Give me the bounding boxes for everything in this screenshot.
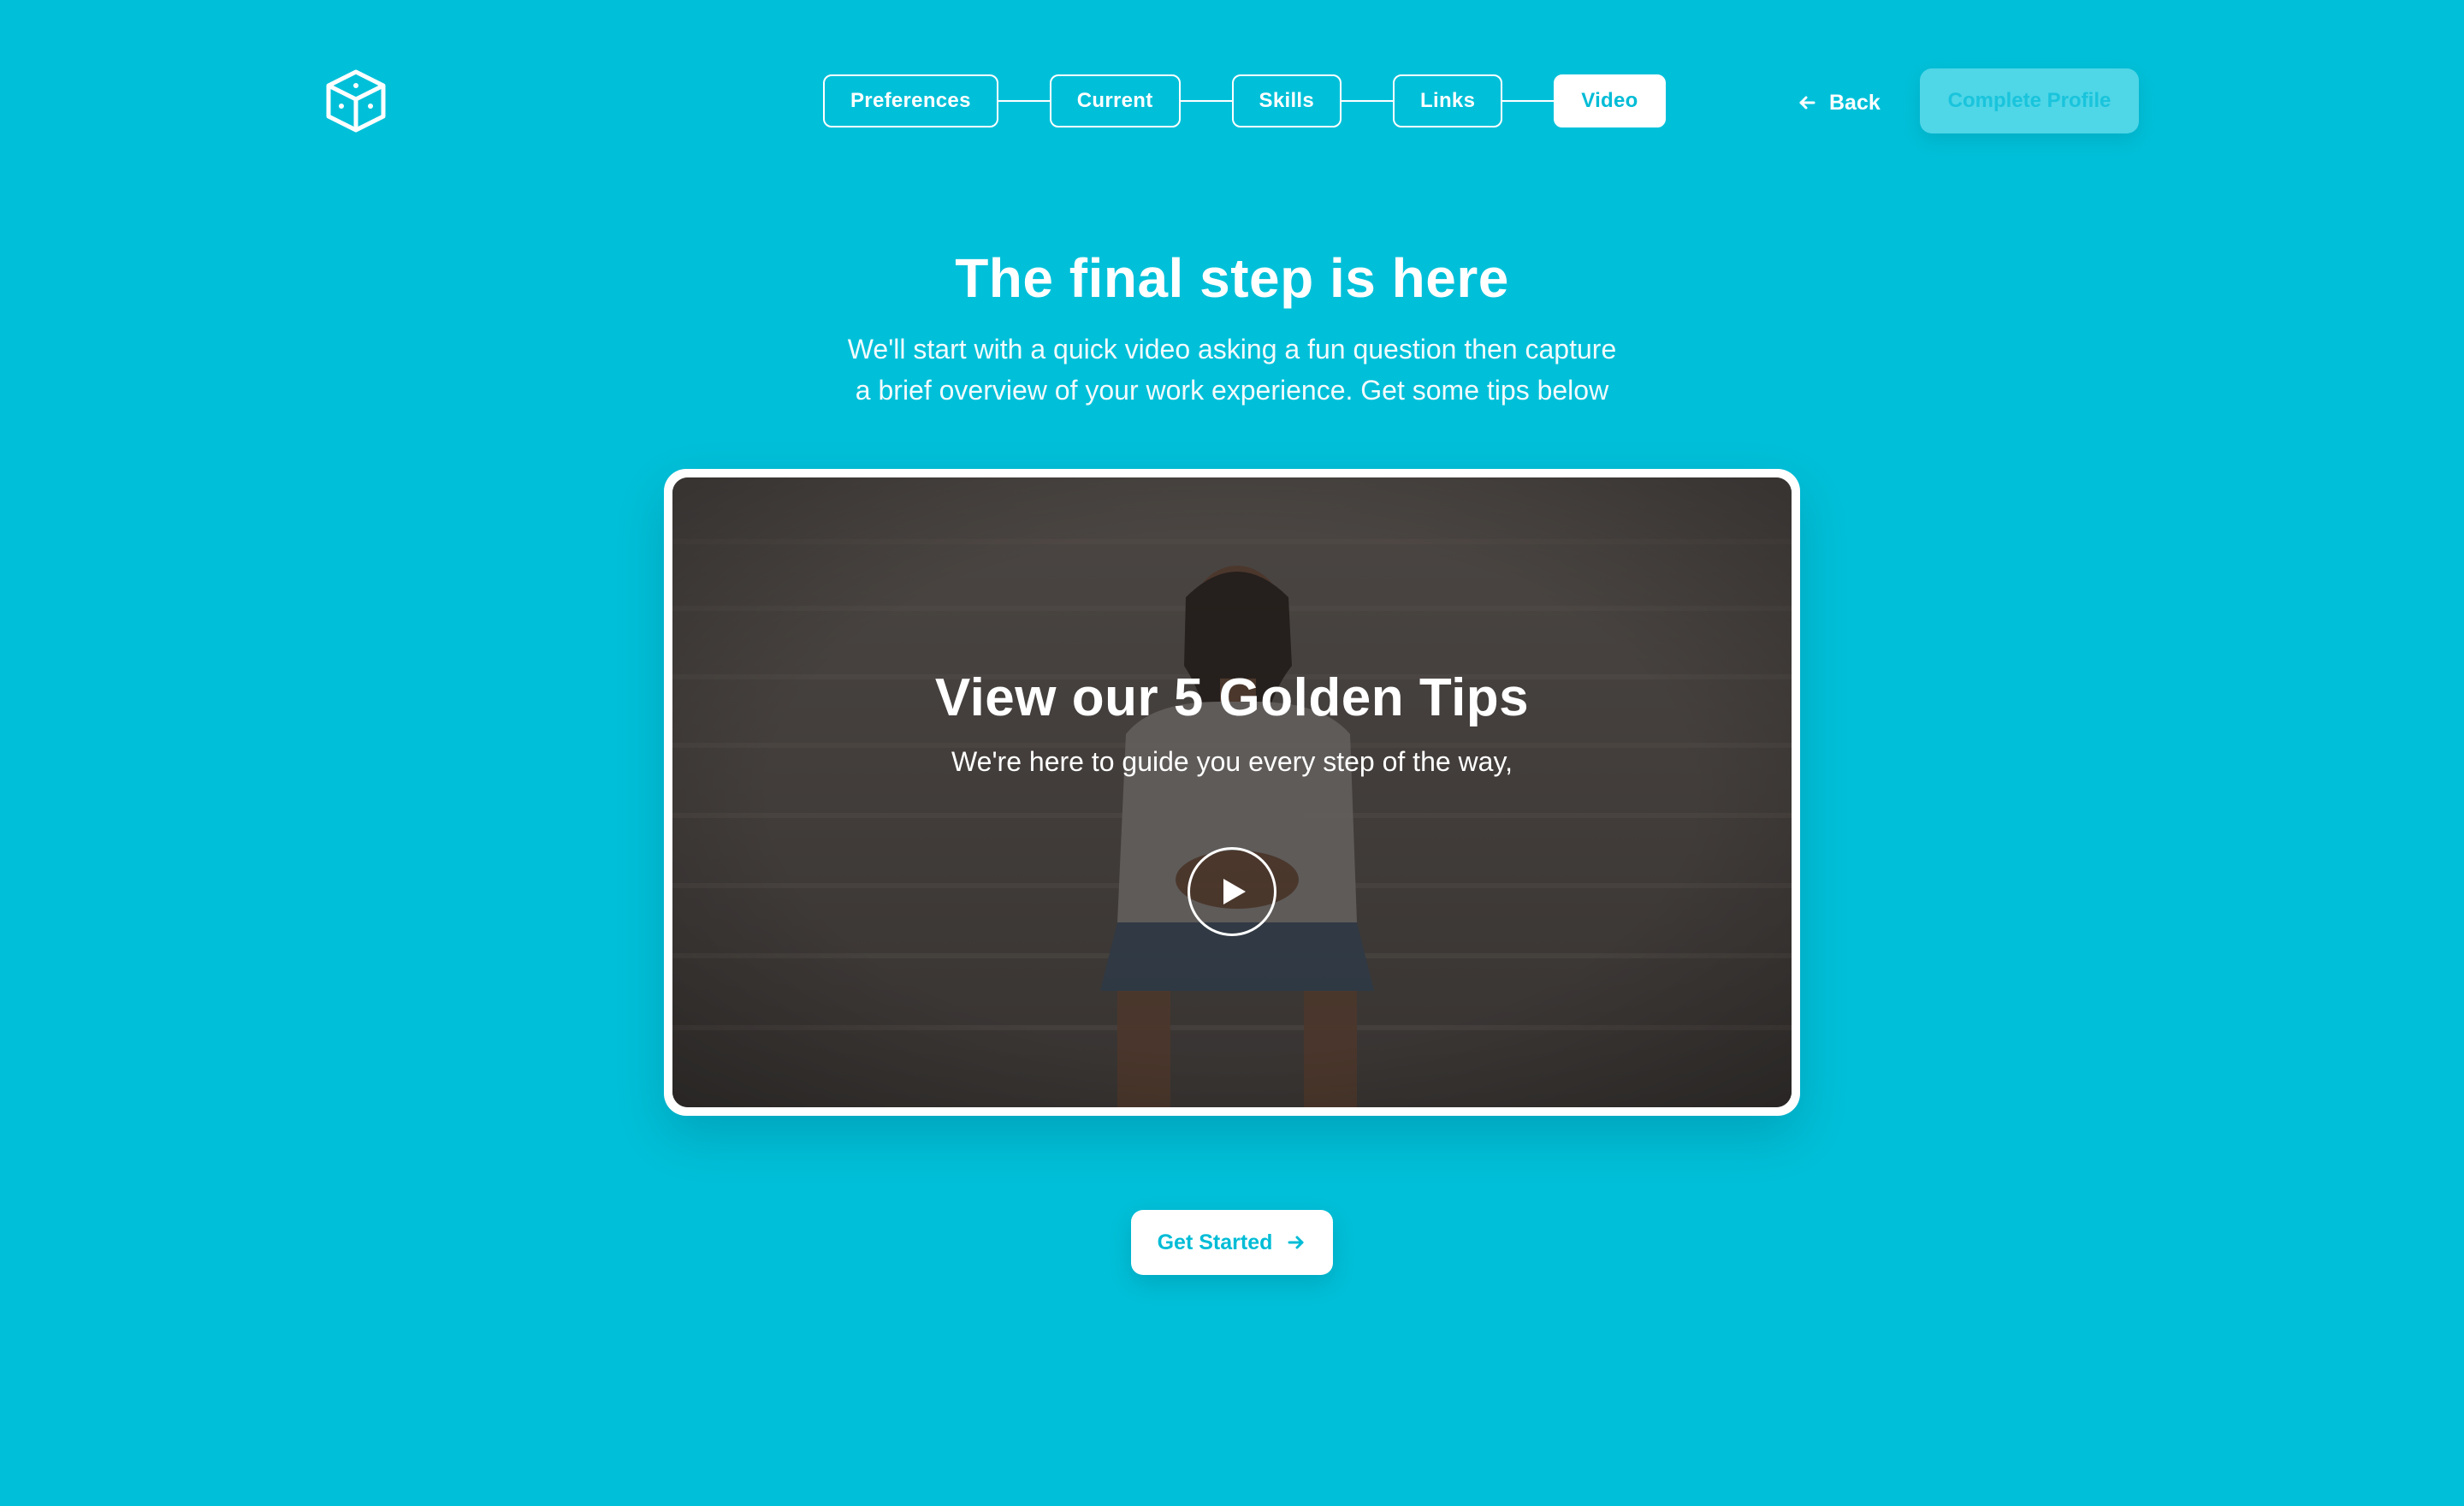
video-subtitle: We're here to guide you every step of th… — [951, 746, 1513, 777]
page-subtitle: We'll start with a quick video asking a … — [804, 329, 1660, 411]
page-subtitle-line: a brief overview of your work experience… — [855, 375, 1609, 406]
page-title: The final step is here — [955, 247, 1509, 309]
step-current[interactable]: Current — [1049, 74, 1181, 127]
play-icon — [1223, 879, 1246, 904]
complete-profile-button[interactable]: Complete Profile — [1920, 68, 2139, 133]
step-links[interactable]: Links — [1393, 74, 1503, 127]
get-started-label: Get Started — [1157, 1230, 1273, 1254]
play-button[interactable] — [1188, 847, 1276, 936]
step-connector — [998, 100, 1050, 102]
arrow-right-icon — [1288, 1236, 1304, 1249]
back-button[interactable]: Back — [1797, 84, 1881, 122]
progress-stepper: Preferences Current Skills Links Video — [823, 74, 1666, 128]
video-player[interactable]: View our 5 Golden Tips We're here to gui… — [672, 477, 1792, 1107]
step-preferences[interactable]: Preferences — [823, 74, 998, 127]
step-video[interactable]: Video — [1554, 74, 1666, 127]
step-connector — [1502, 100, 1555, 102]
cube-logo-icon[interactable] — [323, 68, 388, 133]
step-connector — [1180, 100, 1232, 102]
arrow-left-icon — [1797, 92, 1817, 113]
video-card: View our 5 Golden Tips We're here to gui… — [664, 469, 1800, 1116]
step-skills[interactable]: Skills — [1231, 74, 1342, 127]
step-connector — [1342, 100, 1394, 102]
back-label: Back — [1829, 90, 1881, 115]
video-title: View our 5 Golden Tips — [934, 668, 1530, 727]
page-subtitle-line: We'll start with a quick video asking a … — [847, 334, 1617, 365]
video-overlay — [672, 477, 1792, 1107]
get-started-button[interactable]: Get Started — [1131, 1210, 1333, 1275]
